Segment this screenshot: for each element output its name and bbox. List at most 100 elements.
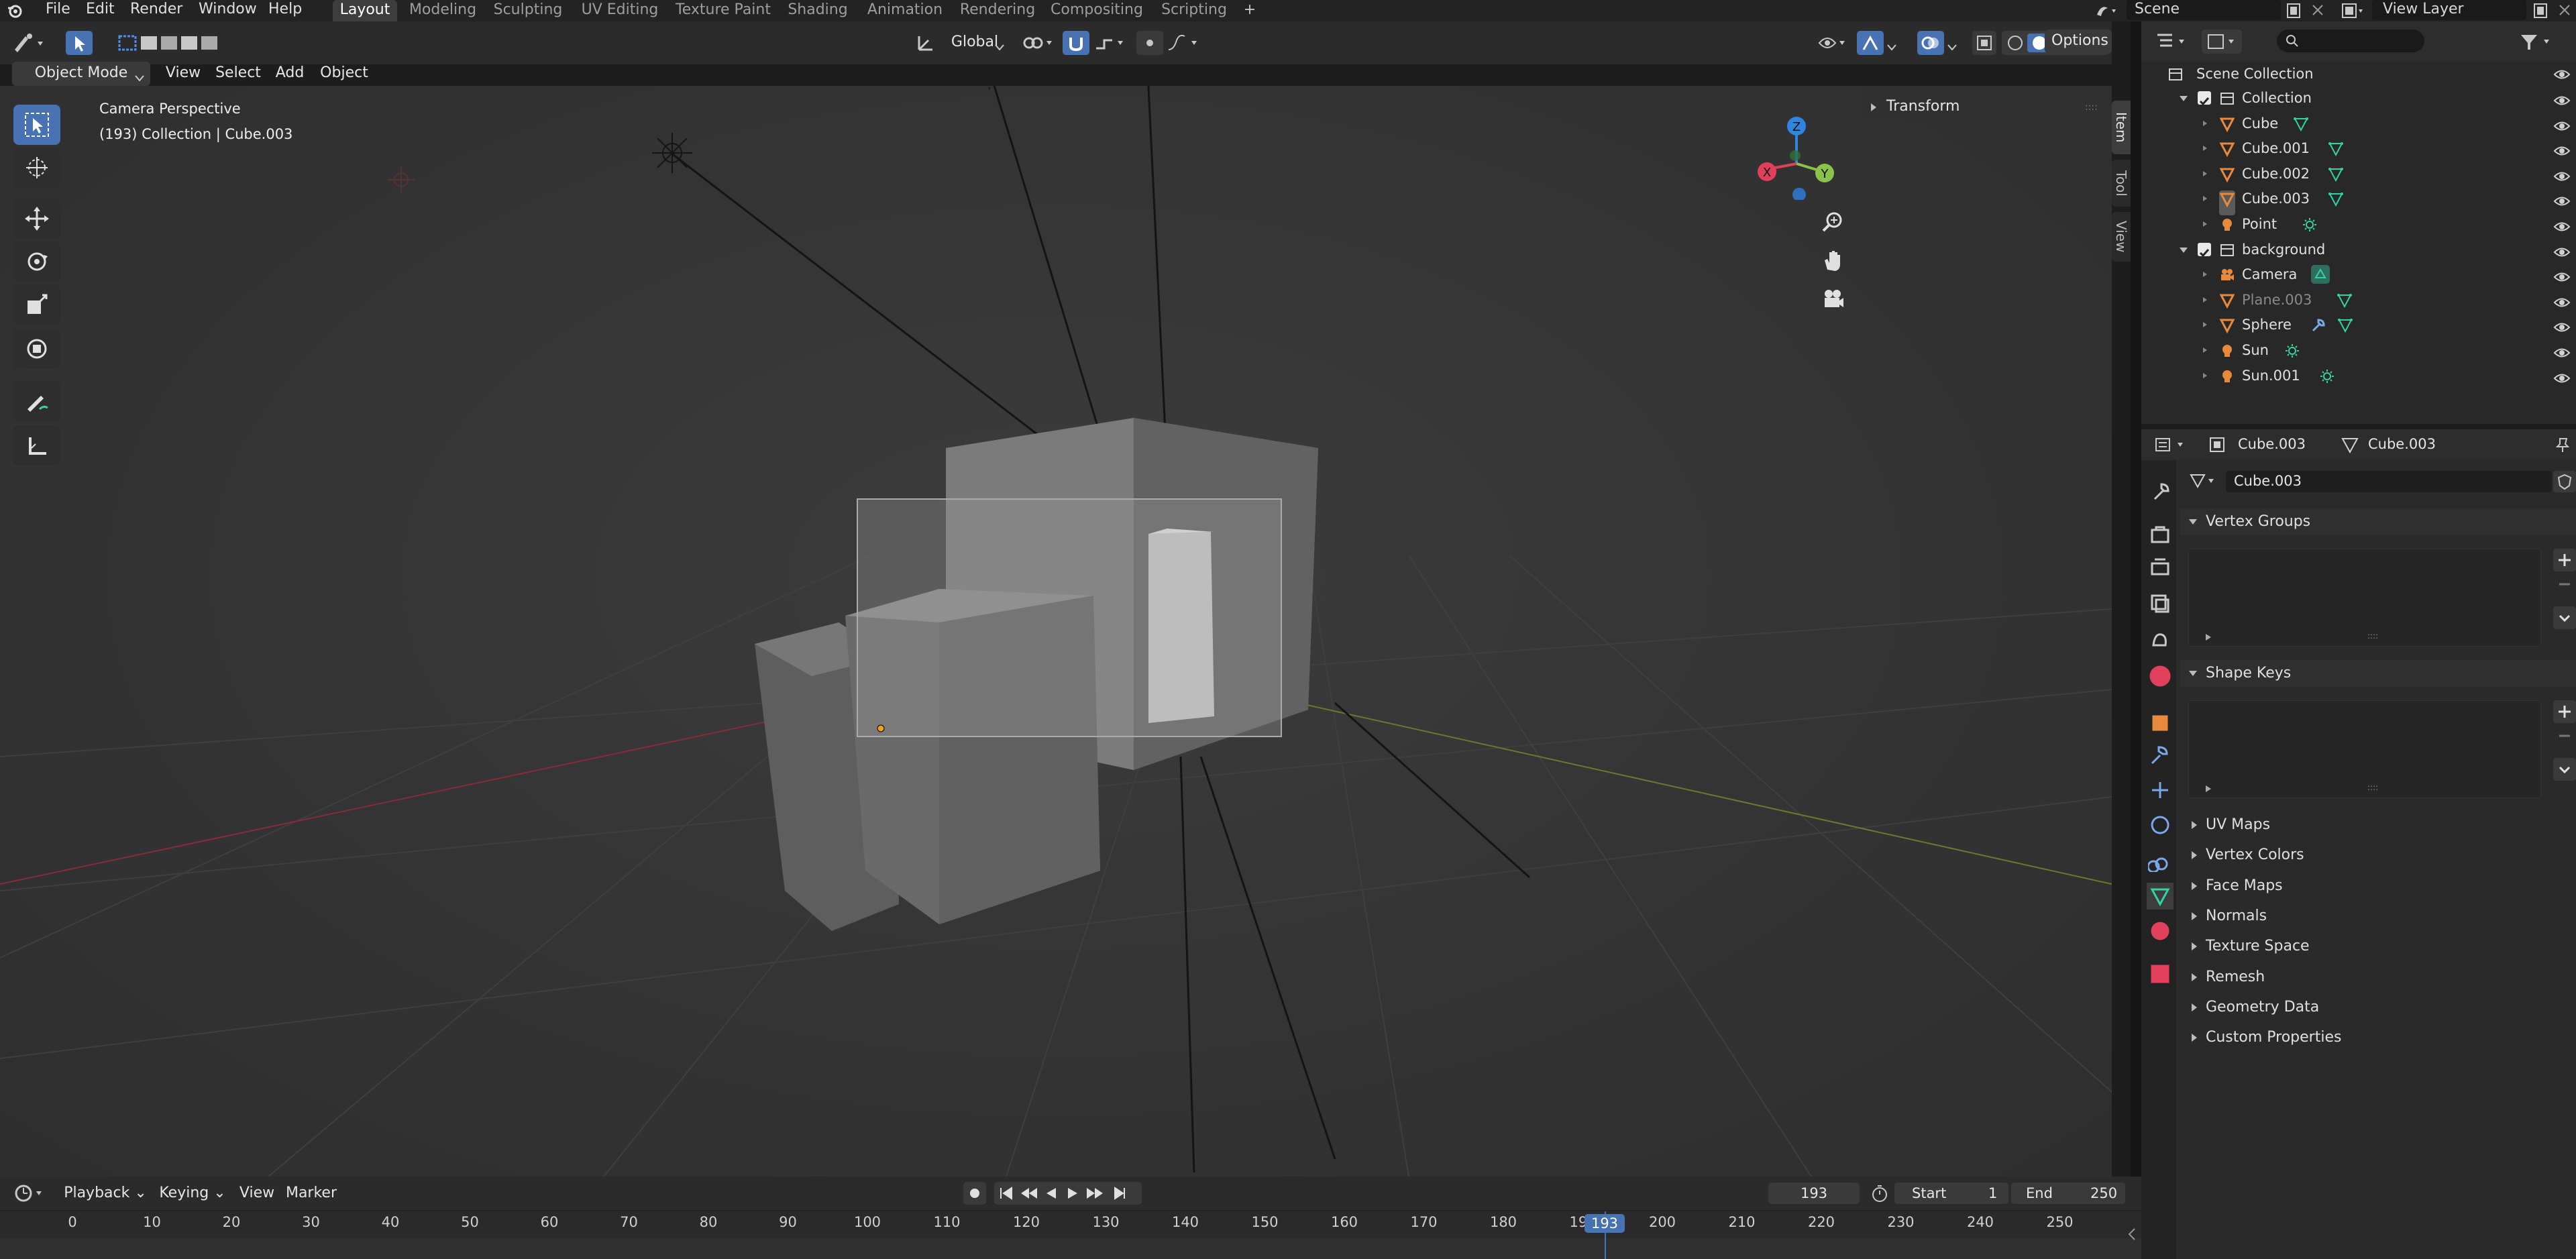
new-scene-icon[interactable] [2284,1,2304,20]
playback-menu[interactable]: Playback ⌄ [62,1182,149,1206]
render-icon[interactable] [2147,522,2174,549]
menu-file[interactable]: File [46,0,70,21]
select-box-tool[interactable] [13,105,60,145]
delete-scene-icon[interactable] [2308,1,2328,20]
keying-menu[interactable]: Keying ⌄ [156,1182,229,1206]
tab-shading[interactable]: Shading [784,0,852,21]
new-view-layer-icon[interactable] [2530,1,2551,20]
chevron-down-icon[interactable] [1947,39,1957,51]
vertex-groups-list[interactable]: :::: [2188,549,2541,647]
outliner-search-input[interactable] [2277,30,2424,52]
marker-menu[interactable]: Marker [284,1182,338,1206]
view-layer-tab-icon[interactable] [2147,590,2174,617]
output-icon[interactable] [2147,554,2174,581]
world-icon[interactable] [2147,663,2174,690]
tab-view[interactable]: View [2112,212,2131,262]
texture-icon[interactable] [2147,961,2174,987]
scale-tool[interactable] [13,284,60,325]
add-workspace-button[interactable]: + [1238,0,1261,21]
measure-tool[interactable] [13,425,60,466]
tab-sculpting[interactable]: Sculpting [488,0,568,21]
outliner-row-background[interactable]: background [2141,237,2576,262]
collection-checkbox[interactable] [2198,91,2211,106]
shape-keys-list[interactable]: :::: [2188,700,2541,798]
scene-field[interactable]: Scene [2127,0,2281,20]
tab-modeling[interactable]: Modeling [407,0,479,21]
view-layer-icon[interactable] [2339,1,2365,20]
rotate-tool[interactable] [13,241,60,282]
shape-key-specials-button[interactable] [2553,758,2576,781]
modifier-tab-icon[interactable] [2147,742,2174,769]
panel-face-maps[interactable]: Face Maps [2180,873,2576,899]
timeline-view-menu[interactable]: View [233,1182,280,1206]
eye-icon[interactable] [2553,369,2571,394]
add-vertex-group-button[interactable] [2553,549,2576,571]
tab-scripting[interactable]: Scripting [1157,0,1232,21]
outliner-row-collection[interactable]: Collection [2141,86,2576,111]
tab-tool[interactable]: Tool [2112,160,2131,207]
outliner-row-scene-collection[interactable]: Scene Collection [2141,62,2576,87]
light-data-icon[interactable] [2319,368,2335,392]
view-layer-field[interactable]: View Layer [2372,0,2526,20]
transform-orientation-icon[interactable] [912,31,939,55]
menu-edit[interactable]: Edit [86,0,115,21]
panel-texture-space[interactable]: Texture Space [2180,933,2576,960]
list-resize-handle[interactable]: :::: [2367,631,2378,641]
mesh-datablock-icon[interactable] [2188,470,2222,492]
tab-compositing[interactable]: Compositing [1046,0,1147,21]
viewport-menu-object[interactable]: Object [314,62,374,86]
tab-texture-paint[interactable]: Texture Paint [672,0,774,21]
mesh-name-field[interactable]: Cube.003 [2226,471,2552,492]
end-frame-field[interactable]: End 250 [2011,1183,2125,1204]
remove-vertex-group-button[interactable] [2553,574,2576,594]
panel-custom-properties[interactable]: Custom Properties [2180,1024,2576,1051]
scene-icon[interactable] [2093,1,2120,20]
pivot-point-icon[interactable] [1020,31,1060,55]
cursor-tool[interactable] [13,148,60,188]
display-mode-icon[interactable] [2202,30,2242,54]
expand-arrow-icon[interactable] [2204,630,2213,647]
outliner-row-cube-003[interactable]: Cube.003 [2141,186,2576,216]
stopwatch-icon[interactable] [1869,1183,1890,1204]
material-icon[interactable] [2147,918,2174,944]
panel-vertex-colors[interactable]: Vertex Colors [2180,842,2576,869]
fake-user-icon[interactable] [2553,471,2576,492]
tab-animation[interactable]: Animation [861,0,949,21]
constraints-icon[interactable] [2147,846,2174,873]
tab-rendering[interactable]: Rendering [958,0,1037,21]
menu-render[interactable]: Render [130,0,182,21]
snap-toggle-icon[interactable] [1063,31,1089,55]
expand-arrow-icon[interactable] [2200,364,2210,396]
start-frame-field[interactable]: Start 1 [1894,1183,2008,1204]
timeline-scroll-arrow-icon[interactable] [2127,1227,2137,1241]
outliner-editor-type-icon[interactable] [2152,30,2192,54]
snap-target-icon[interactable] [1091,31,1131,55]
pan-hand-icon[interactable] [1819,247,1846,274]
outliner-row-plane-003[interactable]: Plane.003 [2141,288,2576,313]
panel-shape-keys[interactable]: Shape Keys [2180,660,2576,687]
delete-view-layer-icon[interactable] [2555,1,2575,20]
3d-viewport[interactable]: Camera Perspective (193) Collection | Cu… [0,86,2112,1176]
outliner-row-cube[interactable]: Cube [2141,111,2576,136]
panel-vertex-groups[interactable]: Vertex Groups [2180,508,2576,535]
timeline-scrub-area[interactable] [0,1238,2141,1259]
add-shape-key-button[interactable] [2553,700,2576,723]
scene-tab-icon[interactable] [2147,625,2174,652]
object-mode-dropdown[interactable]: Object Mode [12,62,150,86]
tab-layout[interactable]: Layout [333,0,397,21]
tab-item[interactable]: Item [2112,101,2131,154]
eye-icon[interactable] [2553,67,2571,86]
panel-remesh[interactable]: Remesh [2180,964,2576,991]
outliner-row-camera[interactable]: Camera [2141,262,2576,287]
remove-shape-key-button[interactable] [2553,726,2576,746]
move-tool[interactable] [13,199,60,239]
viewport-menu-select[interactable]: Select [211,62,266,86]
editor-type-icon[interactable] [9,31,50,55]
navigation-gizmo[interactable]: Z Y X [1744,99,1851,201]
transform-panel[interactable]: Transform :::: [1860,94,2106,121]
particles-icon[interactable] [2147,777,2174,804]
options-dropdown[interactable]: Options [2045,30,2112,54]
panel-geometry-data[interactable]: Geometry Data [2180,994,2576,1021]
vertex-group-specials-button[interactable] [2553,606,2576,629]
falloff-icon[interactable] [1165,31,1205,55]
